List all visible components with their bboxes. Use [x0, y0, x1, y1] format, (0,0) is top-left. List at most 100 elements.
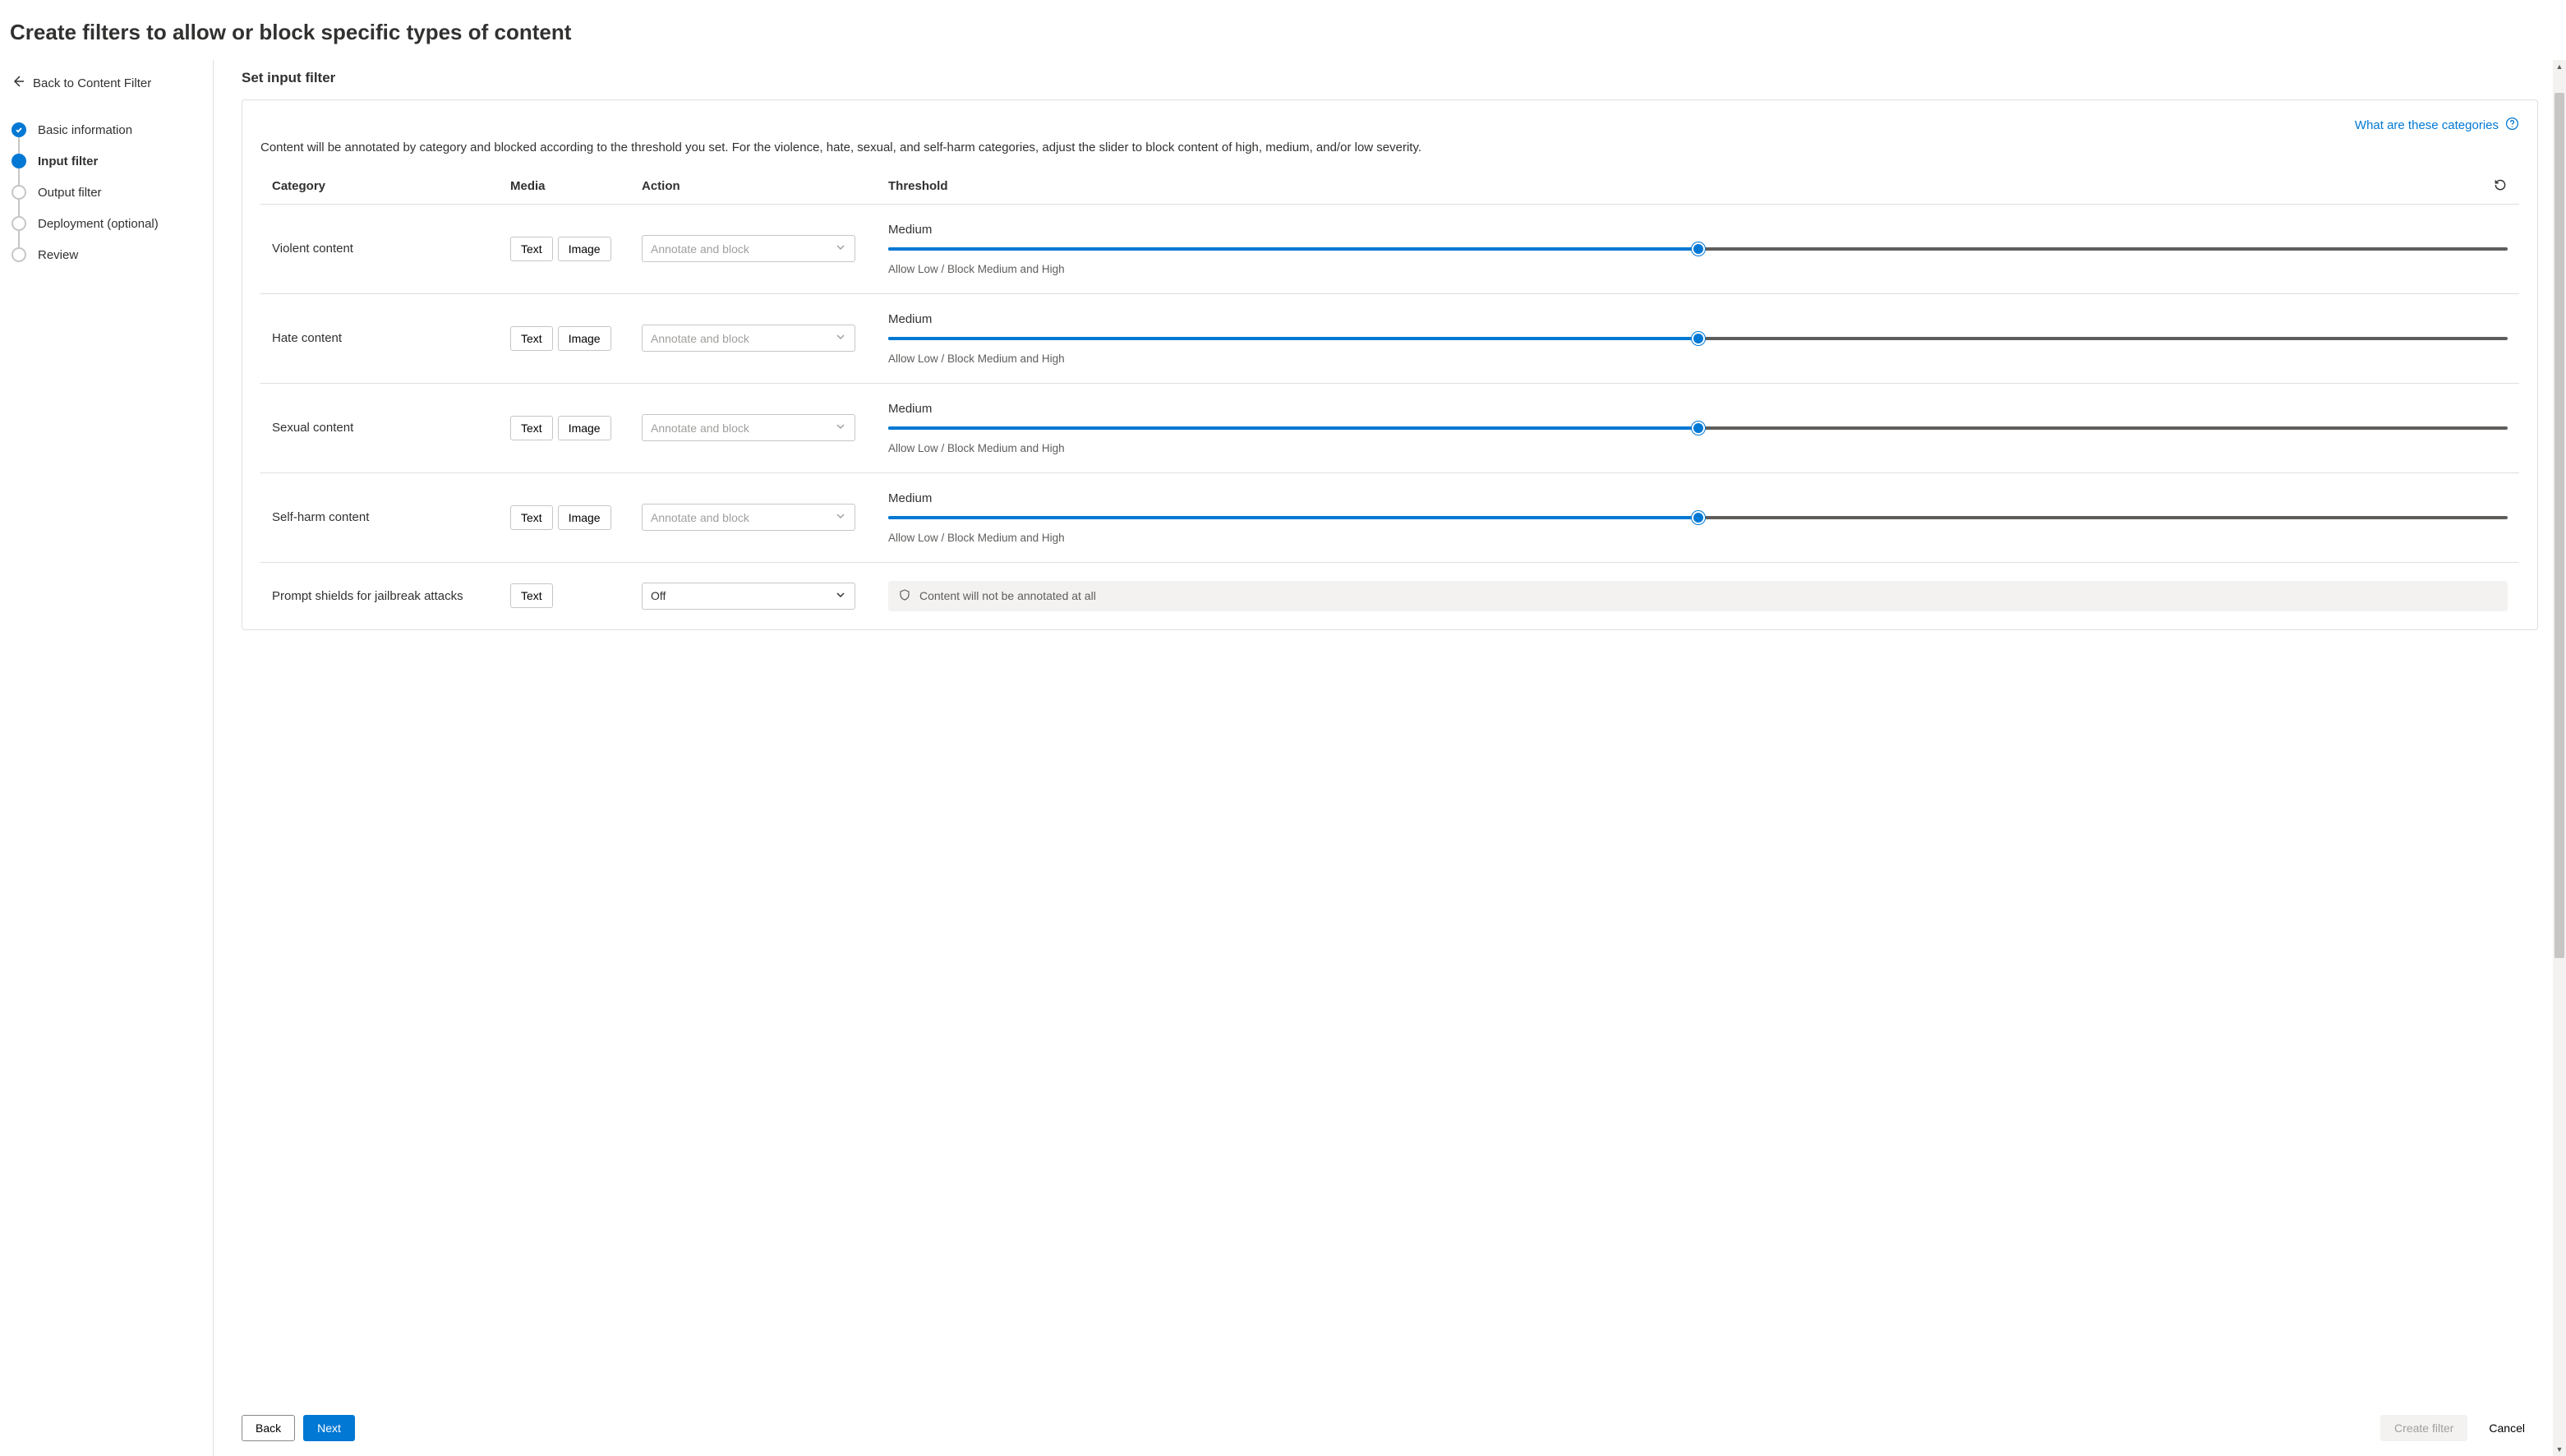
action-select: Annotate and block — [642, 325, 855, 352]
media-toggle-image[interactable]: Image — [558, 237, 611, 261]
wizard-step[interactable]: Deployment (optional) — [12, 208, 203, 239]
media-toggle-text[interactable]: Text — [510, 416, 553, 440]
media-toggle-group: TextImage — [510, 505, 633, 530]
threshold-description: Allow Low / Block Medium and High — [888, 352, 2508, 365]
create-filter-button: Create filter — [2380, 1415, 2467, 1441]
threshold-cell: Medium Allow Low / Block Medium and High — [888, 223, 2508, 275]
wizard-step[interactable]: Basic information — [12, 114, 203, 145]
col-threshold: Threshold — [888, 179, 2470, 193]
threshold-label: Medium — [888, 402, 2508, 416]
category-name: Prompt shields for jailbreak attacks — [272, 589, 502, 603]
help-link-label: What are these categories — [2355, 118, 2499, 132]
step-label: Basic information — [38, 123, 132, 137]
category-name: Sexual content — [272, 421, 502, 435]
step-indicator-icon — [12, 247, 26, 262]
scrollbar-thumb[interactable] — [2554, 93, 2564, 958]
wizard-step[interactable]: Output filter — [12, 177, 203, 208]
chevron-down-icon — [835, 589, 846, 603]
action-select: Annotate and block — [642, 414, 855, 441]
filter-row: Sexual content TextImage Annotate and bloc… — [260, 384, 2519, 473]
next-button[interactable]: Next — [303, 1415, 355, 1441]
wizard-sidebar: Back to Content Filter Basic information… — [0, 60, 214, 1456]
media-toggle-group: Text — [510, 583, 633, 608]
scrollbar-up-icon[interactable]: ▲ — [2553, 60, 2566, 73]
back-button[interactable]: Back — [242, 1415, 295, 1441]
threshold-cell: Medium Allow Low / Block Medium and High — [888, 402, 2508, 454]
wizard-footer: Back Next Create filter Cancel — [214, 1400, 2566, 1456]
shield-icon — [898, 588, 911, 604]
step-indicator-icon — [12, 185, 26, 200]
wizard-steps: Basic information Input filter Output filt… — [12, 114, 203, 270]
slider-thumb[interactable] — [1692, 242, 1705, 256]
threshold-label: Medium — [888, 491, 2508, 505]
action-select-value: Annotate and block — [651, 332, 749, 345]
col-media: Media — [510, 179, 633, 193]
wizard-step[interactable]: Input filter — [12, 145, 203, 177]
filter-row: Hate content TextImage Annotate and block M… — [260, 294, 2519, 384]
wizard-step[interactable]: Review — [12, 239, 203, 270]
step-label: Deployment (optional) — [38, 217, 159, 231]
media-toggle-image[interactable]: Image — [558, 416, 611, 440]
page-title: Create filters to allow or block specifi… — [0, 0, 2566, 60]
action-select-value: Off — [651, 589, 666, 602]
threshold-label: Medium — [888, 223, 2508, 237]
step-label: Review — [38, 248, 78, 262]
threshold-label: Medium — [888, 312, 2508, 326]
cancel-button[interactable]: Cancel — [2476, 1415, 2538, 1441]
col-category: Category — [272, 179, 502, 193]
step-indicator-icon — [12, 154, 26, 168]
category-name: Violent content — [272, 242, 502, 256]
action-select: Annotate and block — [642, 504, 855, 531]
threshold-info: Content will not be annotated at all — [888, 581, 2508, 611]
slider-thumb[interactable] — [1692, 332, 1705, 345]
info-text: Content will not be annotated at all — [919, 589, 1096, 602]
filter-row: Self-harm content TextImage Annotate and b… — [260, 473, 2519, 563]
media-toggle-text[interactable]: Text — [510, 583, 553, 608]
media-toggle-image[interactable]: Image — [558, 326, 611, 351]
section-title: Set input filter — [242, 70, 2538, 86]
filter-row: Violent content TextImage Annotate and blo… — [260, 205, 2519, 294]
step-label: Input filter — [38, 154, 98, 168]
reset-icon[interactable] — [2493, 177, 2508, 192]
filter-panel: What are these categories Content will b… — [242, 99, 2538, 630]
threshold-description: Allow Low / Block Medium and High — [888, 532, 2508, 544]
step-indicator-icon — [12, 216, 26, 231]
threshold-slider[interactable] — [888, 242, 2508, 256]
threshold-slider[interactable] — [888, 331, 2508, 346]
table-header-row: Category Media Action Threshold — [260, 169, 2519, 205]
threshold-slider[interactable] — [888, 421, 2508, 435]
action-select-value: Annotate and block — [651, 511, 749, 524]
help-circle-icon — [2505, 117, 2519, 134]
media-toggle-group: TextImage — [510, 416, 633, 440]
media-toggle-image[interactable]: Image — [558, 505, 611, 530]
threshold-slider[interactable] — [888, 510, 2508, 525]
action-select-value: Annotate and block — [651, 422, 749, 435]
back-to-content-filter-link[interactable]: Back to Content Filter — [12, 70, 203, 114]
media-toggle-text[interactable]: Text — [510, 326, 553, 351]
scrollbar-down-icon[interactable]: ▼ — [2553, 1443, 2566, 1456]
media-toggle-text[interactable]: Text — [510, 505, 553, 530]
chevron-down-icon — [835, 421, 846, 435]
col-action: Action — [642, 179, 880, 193]
step-indicator-icon — [12, 122, 26, 137]
media-toggle-group: TextImage — [510, 237, 633, 261]
info-box: Content will not be annotated at all — [888, 581, 2508, 611]
slider-thumb[interactable] — [1692, 511, 1705, 524]
media-toggle-text[interactable]: Text — [510, 237, 553, 261]
category-name: Hate content — [272, 331, 502, 345]
action-select-value: Annotate and block — [651, 242, 749, 256]
category-name: Self-harm content — [272, 510, 502, 524]
chevron-down-icon — [835, 510, 846, 524]
threshold-description: Allow Low / Block Medium and High — [888, 263, 2508, 275]
slider-thumb[interactable] — [1692, 422, 1705, 435]
what-are-these-categories-link[interactable]: What are these categories — [2355, 117, 2519, 134]
back-link-label: Back to Content Filter — [33, 76, 151, 90]
vertical-scrollbar[interactable]: ▲ ▼ — [2553, 60, 2566, 1456]
action-select: Annotate and block — [642, 235, 855, 262]
threshold-cell: Medium Allow Low / Block Medium and High — [888, 312, 2508, 365]
step-label: Output filter — [38, 186, 102, 200]
threshold-description: Allow Low / Block Medium and High — [888, 442, 2508, 454]
media-toggle-group: TextImage — [510, 326, 633, 351]
action-select[interactable]: Off — [642, 583, 855, 610]
chevron-down-icon — [835, 242, 846, 256]
